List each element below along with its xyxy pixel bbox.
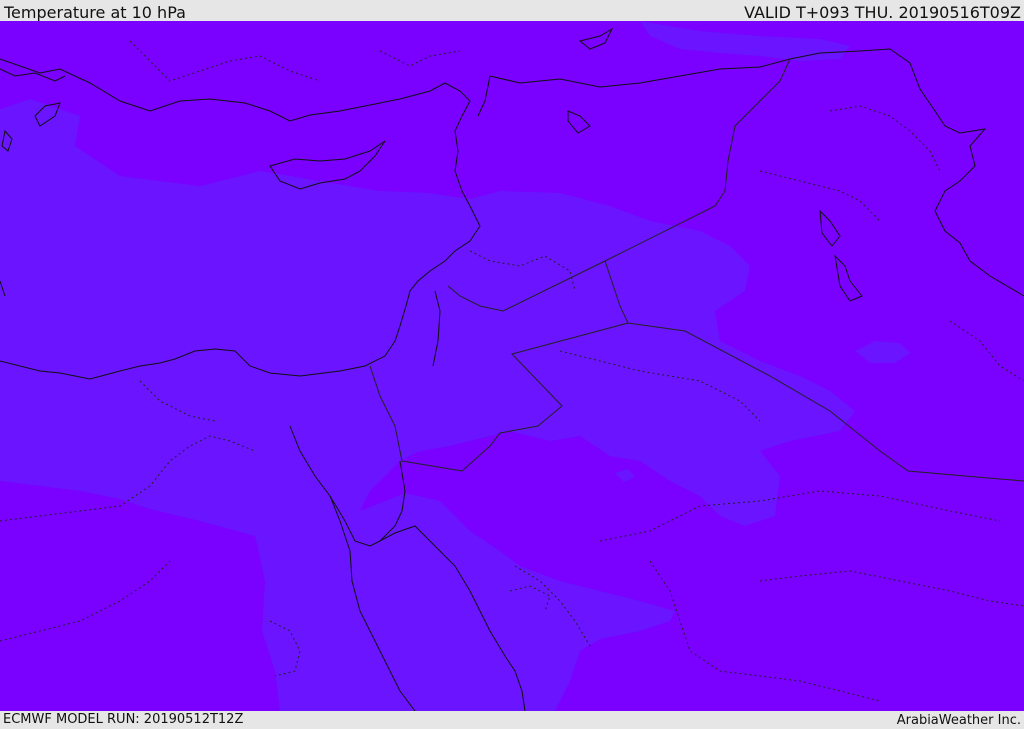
valid-time-label: VALID T+093 THU. 20190516T09Z [744,3,1021,22]
model-run-label: ECMWF MODEL RUN: 20190512T12Z [3,712,244,727]
map-title: Temperature at 10 hPa [4,3,186,22]
header-bar: Temperature at 10 hPa VALID T+093 THU. 2… [0,0,1024,22]
credit-label: ArabiaWeather Inc. [896,713,1021,728]
footer-bar: ECMWF MODEL RUN: 20190512T12Z ArabiaWeat… [0,711,1024,729]
weather-map [0,21,1024,711]
